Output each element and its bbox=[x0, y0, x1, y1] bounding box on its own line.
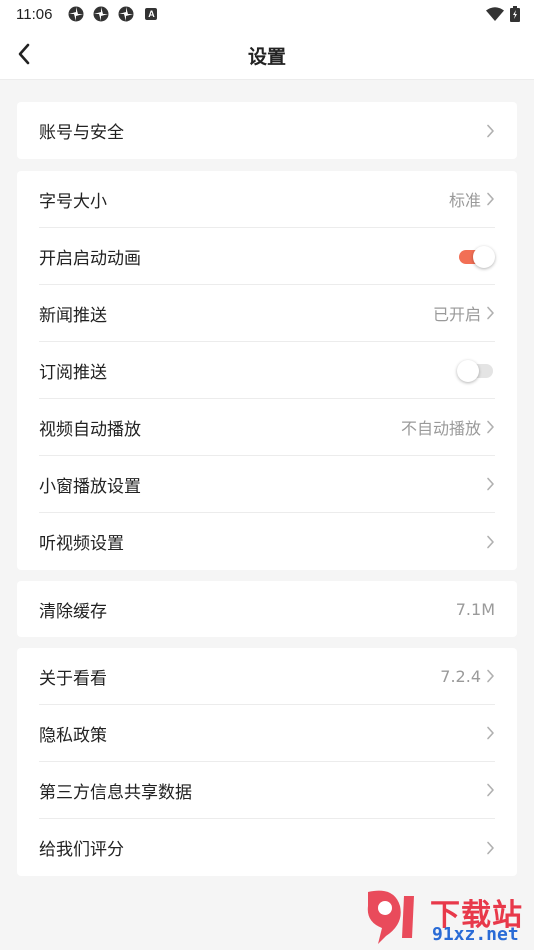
row-label: 订阅推送 bbox=[39, 362, 107, 383]
subscription-push-toggle[interactable] bbox=[457, 360, 495, 382]
font-size-row[interactable]: 字号大小 标准 bbox=[39, 171, 495, 228]
status-bar: 11:06 A bbox=[0, 0, 534, 28]
chevron-right-icon bbox=[487, 726, 494, 740]
row-label: 清除缓存 bbox=[39, 601, 107, 622]
row-label: 视频自动播放 bbox=[39, 419, 141, 440]
subscription-push-row: 订阅推送 bbox=[39, 342, 495, 399]
row-value: 已开启 bbox=[432, 305, 481, 324]
row-label: 新闻推送 bbox=[39, 305, 107, 326]
news-push-row[interactable]: 新闻推送 已开启 bbox=[39, 285, 495, 342]
row-label: 给我们评分 bbox=[39, 840, 124, 860]
row-label: 第三方信息共享数据 bbox=[39, 782, 192, 803]
pinwheel-icon bbox=[68, 6, 84, 22]
chevron-right-icon bbox=[487, 124, 494, 137]
row-right: 7.1M bbox=[456, 600, 495, 619]
a-badge-icon: A bbox=[145, 8, 158, 20]
row-right bbox=[486, 535, 495, 549]
row-right bbox=[486, 124, 495, 138]
startup-animation-row: 开启启动动画 bbox=[39, 228, 495, 285]
status-left: 11:06 A bbox=[16, 5, 158, 23]
status-time: 11:06 bbox=[16, 5, 53, 23]
chevron-right-icon bbox=[487, 477, 494, 491]
toggle-knob bbox=[457, 360, 479, 382]
chevron-right-icon bbox=[487, 841, 494, 854]
chevron-right-icon bbox=[487, 535, 494, 548]
row-right: 标准 bbox=[449, 187, 495, 211]
row-right: 不自动播放 bbox=[401, 415, 495, 439]
cache-size-value: 7.1M bbox=[455, 599, 495, 619]
nav-bar: 设置 bbox=[0, 28, 534, 80]
row-right bbox=[486, 477, 495, 491]
toggle-knob bbox=[473, 246, 495, 268]
row-right bbox=[486, 726, 495, 740]
row-label: 字号大小 bbox=[39, 191, 107, 212]
watermark-logo-icon bbox=[367, 890, 414, 944]
third-party-sharing-row[interactable]: 第三方信息共享数据 bbox=[39, 762, 495, 819]
row-right: 7.2.4 bbox=[440, 667, 495, 686]
row-label: 账号与安全 bbox=[39, 123, 124, 143]
about-app-row[interactable]: 关于看看 7.2.4 bbox=[39, 648, 495, 705]
general-card: 字号大小 标准 开启启动动画 新闻推送 已开启 订阅推送 视频自动播放 不自动播… bbox=[17, 171, 517, 570]
clear-cache-row[interactable]: 清除缓存 7.1M bbox=[39, 581, 495, 637]
row-label: 听视频设置 bbox=[39, 534, 124, 554]
row-label: 隐私政策 bbox=[39, 725, 107, 746]
row-label: 关于看看 bbox=[39, 668, 107, 689]
battery-charging-icon bbox=[510, 6, 520, 22]
row-label: 小窗播放设置 bbox=[39, 476, 141, 497]
page-title: 设置 bbox=[247, 46, 286, 68]
video-autoplay-row[interactable]: 视频自动播放 不自动播放 bbox=[39, 399, 495, 456]
account-security-row[interactable]: 账号与安全 bbox=[39, 102, 495, 159]
account-card: 账号与安全 bbox=[17, 102, 517, 159]
wifi-icon bbox=[486, 7, 504, 21]
listen-video-row[interactable]: 听视频设置 bbox=[39, 513, 495, 570]
chevron-right-icon bbox=[487, 669, 494, 683]
watermark: 下载站 91xz.net bbox=[360, 888, 530, 946]
pinwheel-icon bbox=[93, 6, 109, 22]
row-right: 已开启 bbox=[433, 301, 495, 325]
chevron-right-icon bbox=[487, 306, 494, 320]
row-value: 标准 bbox=[448, 191, 481, 210]
version-value: 7.2.4 bbox=[440, 666, 481, 686]
startup-animation-toggle[interactable] bbox=[457, 246, 495, 268]
status-right bbox=[486, 6, 520, 22]
watermark-url: 91xz.net bbox=[432, 924, 519, 945]
rate-us-row[interactable]: 给我们评分 bbox=[39, 819, 495, 876]
row-right bbox=[486, 783, 495, 797]
row-value: 不自动播放 bbox=[400, 419, 481, 438]
chevron-right-icon bbox=[487, 783, 494, 797]
row-right bbox=[486, 841, 495, 855]
row-label: 开启启动动画 bbox=[39, 248, 141, 269]
chevron-right-icon bbox=[487, 192, 494, 206]
pinwheel-icon bbox=[118, 6, 134, 22]
privacy-policy-row[interactable]: 隐私政策 bbox=[39, 705, 495, 762]
cache-card: 清除缓存 7.1M bbox=[17, 581, 517, 637]
mini-window-row[interactable]: 小窗播放设置 bbox=[39, 456, 495, 513]
about-card: 关于看看 7.2.4 隐私政策 第三方信息共享数据 给我们评分 bbox=[17, 648, 517, 876]
chevron-right-icon bbox=[487, 420, 494, 434]
